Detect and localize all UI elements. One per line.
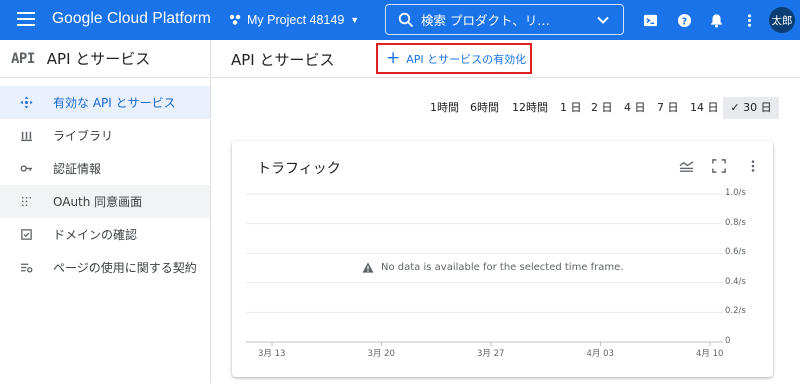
range-6h[interactable]: 6時間	[470, 98, 499, 118]
range-12h[interactable]: 12時間	[512, 98, 548, 118]
sidebar-item-label: ページの使用に関する契約	[53, 261, 197, 275]
range-2d[interactable]: 2 日	[591, 98, 613, 118]
checkbox-icon	[19, 228, 33, 242]
no-data-text: No data is available for the selected ti…	[381, 262, 624, 273]
range-1h[interactable]: 1時間	[430, 98, 459, 118]
x-tick-label: 4月 03	[586, 349, 614, 359]
sidebar-title: API とサービス	[46, 50, 151, 68]
sidebar-item-page-usage-agreements[interactable]: ページの使用に関する契約	[0, 251, 210, 284]
more-vert-icon[interactable]	[740, 11, 758, 29]
sidebar-item-label: ライブラリ	[53, 129, 114, 143]
page-title: API とサービス	[231, 51, 335, 69]
help-icon[interactable]: ?	[675, 11, 693, 29]
enable-apis-label: API とサービスの有効化	[406, 52, 527, 66]
y-tick-label: 0	[725, 336, 731, 346]
svg-text:?: ?	[681, 16, 686, 27]
x-tick-label: 3月 27	[477, 349, 505, 359]
time-range-selector: 1時間 6時間 12時間 1 日 2 日 4 日 7 日 14 日 ✓ 30 日	[0, 97, 800, 119]
range-7d[interactable]: 7 日	[657, 98, 679, 118]
x-tick-label: 3月 13	[258, 349, 286, 359]
sidebar: API API とサービス 有効な API とサービス ライブラリ 認証情報 O…	[0, 40, 211, 383]
warning-icon	[362, 262, 374, 273]
sidebar-header: API API とサービス	[0, 40, 210, 78]
range-1d[interactable]: 1 日	[560, 98, 582, 118]
top-app-bar: Google Cloud Platform My Project 48149 ▼…	[0, 0, 800, 40]
x-tick-label: 3月 20	[367, 349, 395, 359]
range-30d-label: 30 日	[743, 101, 772, 114]
project-name: My Project 48149	[247, 13, 345, 27]
product-name[interactable]: Google Cloud Platform	[52, 10, 211, 28]
sidebar-item-oauth-consent[interactable]: OAuth 同意画面	[0, 185, 210, 218]
notifications-icon[interactable]	[707, 11, 725, 29]
sidebar-item-label: OAuth 同意画面	[53, 195, 143, 209]
range-30d[interactable]: ✓ 30 日	[723, 97, 779, 119]
chevron-down-icon: ▼	[350, 15, 360, 25]
y-tick-label: 0.2/s	[725, 306, 746, 317]
sidebar-item-domain-verification[interactable]: ドメインの確認	[0, 218, 210, 251]
search-icon	[398, 12, 414, 27]
traffic-chart	[246, 193, 723, 346]
api-logo: API	[11, 50, 35, 67]
y-tick-label: 0.6/s	[725, 247, 746, 258]
cloud-shell-icon[interactable]	[641, 11, 659, 29]
project-icon	[229, 14, 241, 25]
y-tick-label: 0.4/s	[725, 276, 746, 287]
add-icon: +	[386, 48, 401, 68]
range-4d[interactable]: 4 日	[624, 98, 646, 118]
consent-icon	[19, 195, 33, 209]
x-tick-label: 4月 10	[696, 349, 724, 359]
library-icon	[19, 129, 33, 143]
project-picker[interactable]: My Project 48149 ▼	[228, 8, 359, 32]
y-tick-label: 1.0/s	[725, 188, 746, 198]
y-tick-label: 0.8/s	[725, 217, 746, 228]
sidebar-item-label: ドメインの確認	[53, 228, 138, 242]
check-icon: ✓	[730, 101, 740, 114]
enable-apis-button[interactable]: + API とサービスの有効化	[376, 43, 532, 74]
sidebar-item-label: 認証情報	[53, 162, 102, 176]
no-data-message: No data is available for the selected ti…	[362, 262, 623, 273]
sidebar-item-credentials[interactable]: 認証情報	[0, 152, 210, 185]
avatar[interactable]: 太郎	[769, 7, 795, 33]
key-icon	[19, 162, 33, 176]
traffic-card: トラフィック 1.0/s 0.8/s 0.6/s 0.4/s 0.2/s 0 3月 13 3…	[232, 141, 773, 377]
chevron-down-icon[interactable]	[597, 14, 609, 26]
range-14d[interactable]: 14 日	[690, 98, 719, 118]
main-header: API とサービス + API とサービスの有効化	[212, 40, 800, 78]
settings-list-icon	[19, 261, 33, 275]
sidebar-item-library[interactable]: ライブラリ	[0, 119, 210, 152]
menu-icon[interactable]	[17, 12, 35, 28]
search-input[interactable]: 検索 プロダクト、リ…	[385, 4, 624, 35]
search-placeholder: 検索 プロダクト、リ…	[421, 13, 550, 28]
